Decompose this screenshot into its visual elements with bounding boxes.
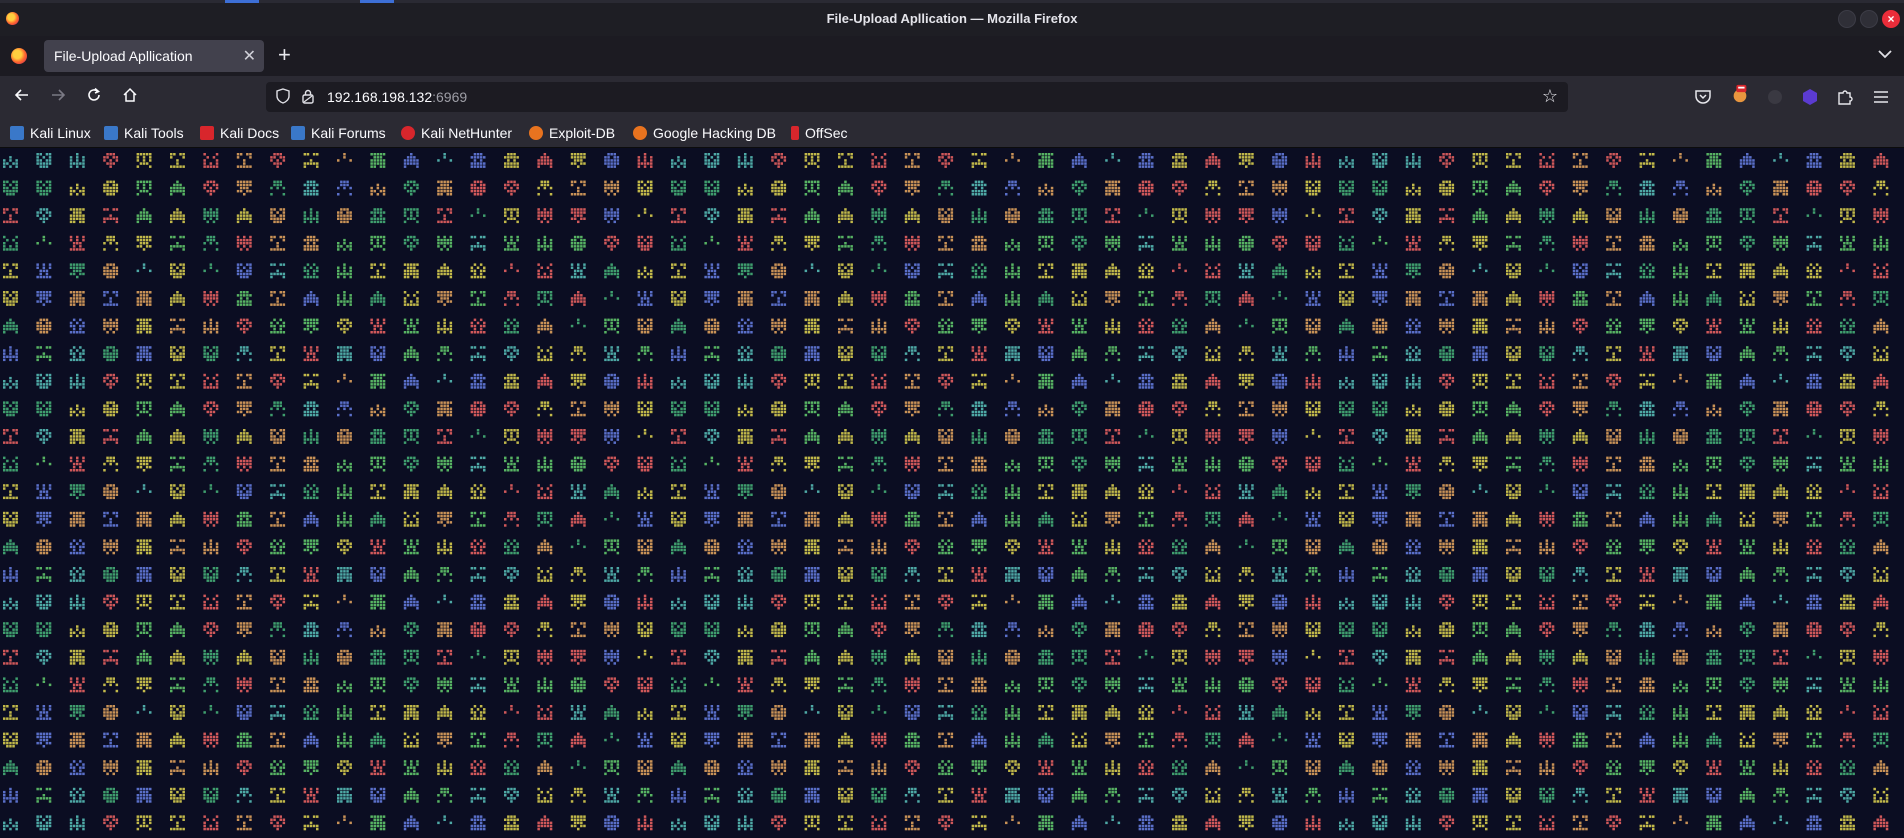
minimize-button[interactable] (1838, 10, 1856, 28)
page-content (0, 149, 1904, 838)
bookmark-kali-forums[interactable]: Kali Forums (291, 125, 386, 141)
kali-forums-icon (291, 126, 305, 140)
bookmark-label: Kali Tools (124, 125, 184, 141)
tab-label: File-Upload Apllication (54, 48, 193, 64)
navigation-toolbar: 192.168.198.132:6969 ☆ (0, 76, 1904, 118)
extension-disabled-icon[interactable] (1765, 87, 1785, 107)
nethunter-icon (401, 126, 415, 140)
bookmark-kali-linux[interactable]: Kali Linux (10, 125, 91, 141)
list-all-tabs-button[interactable] (1878, 46, 1892, 62)
bookmark-exploit-db[interactable]: Exploit-DB (529, 125, 615, 141)
bookmark-google-hacking-db[interactable]: Google Hacking DB (633, 125, 776, 141)
bookmark-label: Kali NetHunter (421, 125, 512, 141)
arrow-right-icon (50, 87, 66, 103)
bookmark-label: Kali Docs (220, 125, 279, 141)
tab-strip: File-Upload Apllication ✕ + (0, 36, 1904, 76)
extensions-puzzle-icon[interactable] (1835, 87, 1855, 107)
new-tab-button[interactable]: + (278, 42, 291, 68)
home-icon (122, 87, 138, 103)
bookmark-label: Google Hacking DB (653, 125, 776, 141)
forward-button[interactable] (45, 85, 71, 109)
close-tab-icon[interactable]: ✕ (243, 46, 256, 66)
tracking-shield-icon[interactable] (276, 88, 290, 104)
menu-hamburger-icon[interactable] (1871, 87, 1891, 107)
tab-file-upload[interactable]: File-Upload Apllication ✕ (44, 40, 264, 72)
url-host: 192.168.198.132 (327, 89, 432, 105)
home-button[interactable] (117, 85, 143, 109)
close-window-button[interactable]: × (1882, 10, 1900, 28)
back-button[interactable] (9, 85, 35, 109)
window-title-bar: File-Upload Apllication — Mozilla Firefo… (0, 0, 1904, 36)
offsec-icon (791, 126, 799, 140)
bookmark-label: Kali Linux (30, 125, 91, 141)
bookmark-kali-nethunter[interactable]: Kali NetHunter (401, 125, 512, 141)
url-bar[interactable]: 192.168.198.132:6969 ☆ (266, 82, 1568, 112)
bookmark-label: Kali Forums (311, 125, 386, 141)
exploit-db-icon (529, 126, 543, 140)
bookmark-offsec[interactable]: OffSec (791, 125, 848, 141)
kali-docs-icon (200, 126, 214, 140)
extension-fox-icon[interactable] (1730, 84, 1750, 104)
url-text: 192.168.198.132:6969 (327, 89, 467, 105)
bookmark-kali-tools[interactable]: Kali Tools (104, 125, 184, 141)
reload-icon (86, 87, 102, 103)
pocket-icon[interactable] (1693, 87, 1713, 107)
bookmark-label: Exploit-DB (549, 125, 615, 141)
bookmark-star-icon[interactable]: ☆ (1542, 86, 1558, 107)
window-title: File-Upload Apllication — Mozilla Firefo… (0, 11, 1904, 26)
ghdb-icon (633, 126, 647, 140)
lock-icon[interactable] (302, 89, 314, 104)
reload-button[interactable] (81, 85, 107, 109)
firefox-view-icon[interactable] (11, 48, 27, 64)
bookmark-label: OffSec (805, 125, 848, 141)
url-port: :6969 (432, 89, 467, 105)
workspace-indicator (0, 0, 1904, 3)
maximize-button[interactable] (1860, 10, 1878, 28)
kali-tools-icon (104, 126, 118, 140)
bookmark-kali-docs[interactable]: Kali Docs (200, 125, 279, 141)
sprite-pattern-background (0, 149, 1904, 838)
extension-hexagon-icon[interactable] (1800, 87, 1820, 107)
arrow-left-icon (14, 87, 30, 103)
kali-dragon-icon (10, 126, 24, 140)
bookmarks-toolbar: Kali Linux Kali Tools Kali Docs Kali For… (0, 118, 1904, 148)
